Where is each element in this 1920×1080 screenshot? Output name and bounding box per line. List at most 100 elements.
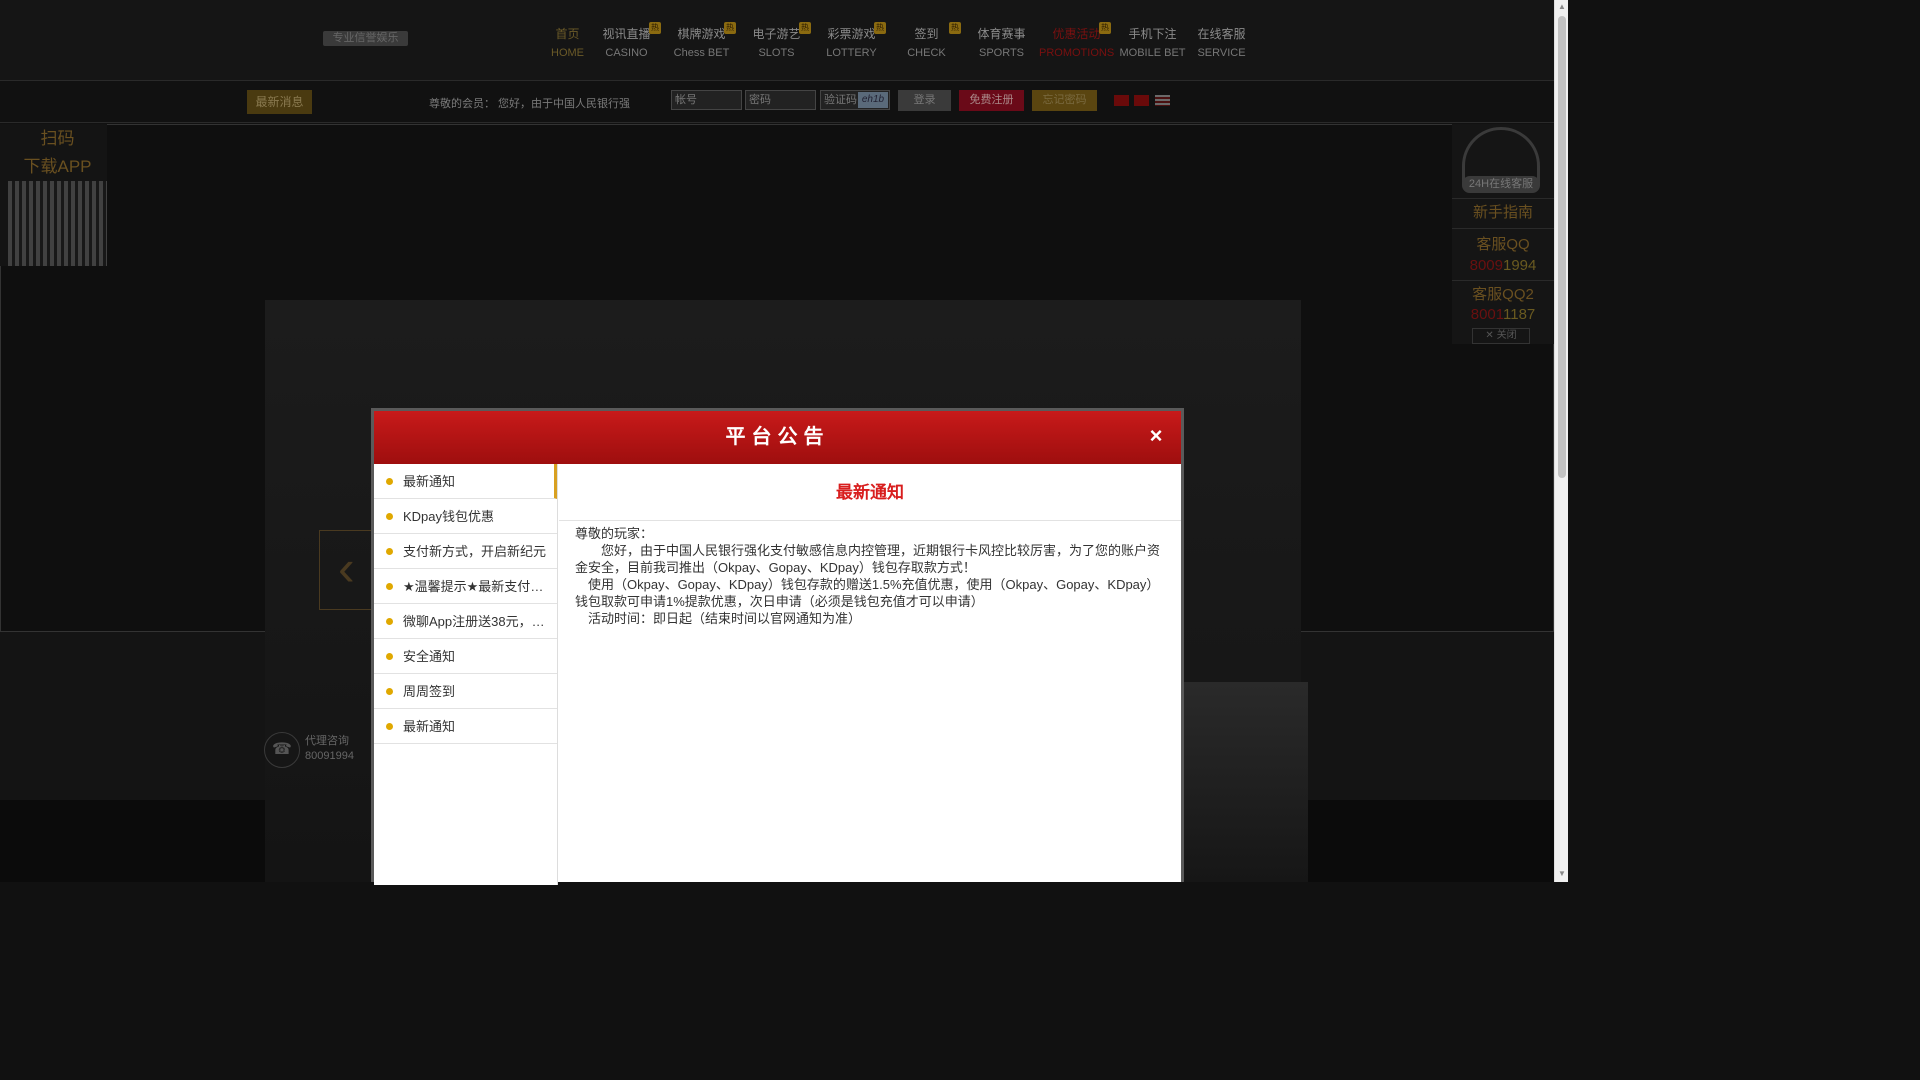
bullet-icon bbox=[386, 688, 393, 695]
notice-title: 微聊App注册送38元，速来 bbox=[403, 614, 553, 629]
qr-code bbox=[8, 181, 107, 266]
nav-label-en: Chess BET bbox=[673, 47, 730, 59]
notice-list-item[interactable]: 最新通知 bbox=[374, 464, 557, 499]
qq2-number-part1: 8001 bbox=[1470, 306, 1503, 323]
captcha-image[interactable]: eh1b bbox=[858, 92, 888, 108]
nav-promotions[interactable]: 优惠活动 PROMOTIONS 热 bbox=[1039, 22, 1114, 60]
scroll-up-icon[interactable]: ▲ bbox=[1558, 3, 1566, 11]
phone-icon: ☎ bbox=[264, 732, 300, 768]
agent-contact-label: 代理咨询 bbox=[305, 735, 349, 747]
bullet-icon bbox=[386, 548, 393, 555]
nav-label-en: SERVICE bbox=[1197, 47, 1246, 59]
bullet-icon bbox=[386, 618, 393, 625]
notice-paragraph: 您好，由于中国人民银行强化支付敏感信息内控管理，近期银行卡风控比较厉害，为了您的… bbox=[575, 543, 1161, 575]
notice-list: 最新通知 KDpay钱包优惠 支付新方式，开启新纪元 ★温馨提示★最新支付方式 … bbox=[374, 464, 558, 885]
modal-title: 平台公告 bbox=[725, 426, 830, 448]
notice-paragraph: 使用（Okpay、Gopay、KDpay）钱包存款的赠送1.5%充值优惠，使用（… bbox=[575, 577, 1160, 609]
notice-list-item[interactable]: 微聊App注册送38元，速来 bbox=[374, 604, 557, 639]
qr-download-panel: 扫码 下载APP bbox=[0, 124, 107, 266]
bullet-icon bbox=[386, 653, 393, 660]
notice-title: ★温馨提示★最新支付方式 bbox=[403, 579, 553, 594]
notice-title: 安全通知 bbox=[403, 649, 456, 664]
qq1-number-part1: 8009 bbox=[1469, 257, 1503, 274]
nav-label-en: SLOTS bbox=[758, 47, 795, 59]
qq2-label: 客服QQ2 bbox=[1472, 286, 1534, 303]
password-input[interactable]: 密码 bbox=[745, 90, 816, 110]
notice-list-item[interactable]: 支付新方式，开启新纪元 bbox=[374, 534, 557, 569]
nav-chess[interactable]: 棋牌游戏 Chess BET 热 bbox=[664, 22, 739, 60]
login-bar: 最新消息 尊敬的会员： 您好，由于中国人民银行强 帐号 密码 验证码 eh1b … bbox=[0, 82, 1554, 123]
nav-mobile-bet[interactable]: 手机下注 MOBILE BET bbox=[1115, 22, 1190, 60]
divider bbox=[1452, 280, 1554, 281]
nav-label-en: CASINO bbox=[605, 47, 648, 59]
notice-paragraph: 活动时间：即日起（结束时间以官网通知为准） bbox=[575, 611, 862, 626]
qr-title-line1: 扫码 bbox=[40, 129, 75, 148]
modal-header: 平台公告 × bbox=[374, 411, 1181, 464]
page-scrollbar[interactable]: ▲ ▼ bbox=[1554, 0, 1568, 882]
nav-label-cn: 体育赛事 bbox=[977, 27, 1026, 41]
divider bbox=[1452, 228, 1554, 229]
beginner-guide-link[interactable]: 新手指南 bbox=[1452, 202, 1554, 224]
service-close-button[interactable]: ✕ 关闭 bbox=[1472, 328, 1530, 344]
notice-list-item[interactable]: 安全通知 bbox=[374, 639, 557, 674]
qr-title-line2: 下载APP bbox=[23, 157, 92, 176]
forgot-password-button[interactable]: 忘记密码 bbox=[1032, 90, 1097, 111]
notice-list-item[interactable]: ★温馨提示★最新支付方式 bbox=[374, 569, 557, 604]
register-button[interactable]: 免费注册 bbox=[959, 90, 1024, 111]
qq1-number[interactable]: 80091994 bbox=[1452, 256, 1554, 276]
nav-label-en: CHECK bbox=[907, 47, 946, 59]
qq2-number-part2: 1187 bbox=[1503, 306, 1536, 323]
nav-sports[interactable]: 体育赛事 SPORTS bbox=[964, 22, 1039, 60]
latest-news-button[interactable]: 最新消息 bbox=[247, 90, 312, 114]
us-flag-icon[interactable] bbox=[1155, 95, 1170, 106]
qq2-number[interactable]: 80011187 bbox=[1452, 305, 1554, 325]
bullet-icon bbox=[386, 478, 393, 485]
nav-label-cn: 在线客服 bbox=[1197, 27, 1246, 41]
chevron-left-icon: ‹ bbox=[338, 540, 355, 596]
notice-list-item[interactable]: KDpay钱包优惠 bbox=[374, 499, 557, 534]
hk-flag-icon[interactable] bbox=[1114, 95, 1129, 106]
notice-title: 周周签到 bbox=[403, 684, 456, 699]
site-header: 专业信誉娱乐 首页 HOME 视讯直播 CASINO 热 棋牌游戏 Chess … bbox=[0, 0, 1554, 81]
notice-title: 最新通知 bbox=[403, 474, 456, 489]
hot-badge: 热 bbox=[724, 22, 736, 34]
nav-label-en: SPORTS bbox=[978, 47, 1025, 59]
notice-content: 最新通知 尊敬的玩家： 您好，由于中国人民银行强化支付敏感信息内控管理，近期银行… bbox=[559, 464, 1181, 885]
bullet-icon bbox=[386, 513, 393, 520]
hot-badge: 热 bbox=[649, 22, 661, 34]
notice-title: 最新通知 bbox=[403, 719, 456, 734]
scroll-down-icon[interactable]: ▼ bbox=[1558, 870, 1566, 878]
hot-badge: 热 bbox=[874, 22, 886, 34]
scroll-thumb[interactable] bbox=[1558, 16, 1566, 478]
qq1-label: 客服QQ bbox=[1476, 236, 1530, 253]
nav-check[interactable]: 签到 CHECK 热 bbox=[889, 22, 964, 60]
nav-label-cn: 手机下注 bbox=[1128, 27, 1177, 41]
nav-label-en: MOBILE BET bbox=[1119, 47, 1186, 59]
notice-title: 支付新方式，开启新纪元 bbox=[403, 544, 547, 559]
notice-list-item[interactable]: 最新通知 bbox=[374, 709, 557, 744]
login-button[interactable]: 登录 bbox=[898, 90, 951, 111]
nav-service[interactable]: 在线客服 SERVICE bbox=[1184, 22, 1259, 60]
modal-close-button[interactable]: × bbox=[1145, 425, 1167, 447]
hot-badge: 热 bbox=[799, 22, 811, 34]
service-panel: 24H在线客服 新手指南 客服QQ 80091994 客服QQ2 8001118… bbox=[1452, 124, 1554, 344]
notice-content-body: 尊敬的玩家： 您好，由于中国人民银行强化支付敏感信息内控管理，近期银行卡风控比较… bbox=[559, 521, 1181, 631]
cn-flag-icon[interactable] bbox=[1134, 95, 1149, 106]
bullet-icon bbox=[386, 723, 393, 730]
online-service-label[interactable]: 24H在线客服 bbox=[1462, 176, 1540, 192]
nav-lottery[interactable]: 彩票游戏 LOTTERY 热 bbox=[814, 22, 889, 60]
hot-badge: 热 bbox=[949, 22, 961, 34]
announcement-modal: 平台公告 × 最新通知 KDpay钱包优惠 支付新方式，开启新纪元 ★温馨提示★… bbox=[371, 408, 1184, 885]
nav-casino[interactable]: 视讯直播 CASINO 热 bbox=[589, 22, 664, 60]
agent-contact: 代理咨询 80091994 bbox=[305, 734, 354, 764]
promo-image bbox=[1184, 682, 1308, 882]
news-marquee: 尊敬的会员： 您好，由于中国人民银行强 bbox=[429, 98, 631, 110]
nav-slots[interactable]: 电子游艺 SLOTS 热 bbox=[739, 22, 814, 60]
qq1-number-part2: 1994 bbox=[1503, 257, 1537, 274]
nav-label-en: LOTTERY bbox=[826, 47, 877, 59]
carousel-prev-button[interactable]: ‹ bbox=[319, 530, 374, 610]
logo-tag: 专业信誉娱乐 bbox=[323, 31, 408, 46]
notice-paragraph: 尊敬的玩家： bbox=[575, 526, 654, 541]
account-input[interactable]: 帐号 bbox=[671, 90, 742, 110]
notice-list-item[interactable]: 周周签到 bbox=[374, 674, 557, 709]
